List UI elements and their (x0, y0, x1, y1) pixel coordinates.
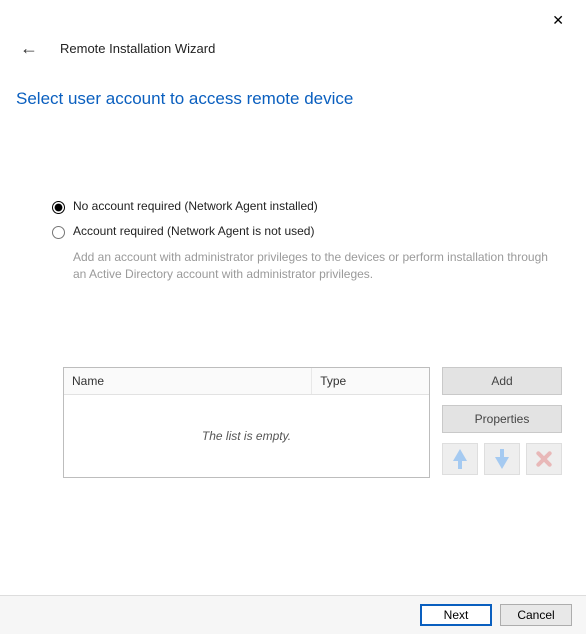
close-button[interactable]: ✕ (544, 8, 572, 33)
content: No account required (Network Agent insta… (0, 109, 586, 283)
cancel-button[interactable]: Cancel (500, 604, 572, 626)
wizard-title: Remote Installation Wizard (60, 41, 215, 56)
page-title: Select user account to access remote dev… (0, 71, 586, 109)
radio-no-account-input[interactable] (52, 201, 65, 214)
radio-account-required[interactable]: Account required (Network Agent is not u… (52, 224, 562, 239)
column-type[interactable]: Type (312, 368, 429, 394)
reorder-buttons (442, 443, 562, 475)
add-button[interactable]: Add (442, 367, 562, 395)
arrow-down-icon (495, 449, 509, 469)
footer: Next Cancel (0, 595, 586, 634)
move-up-button[interactable] (442, 443, 478, 475)
radio-account-required-label: Account required (Network Agent is not u… (73, 224, 314, 238)
radio-no-account[interactable]: No account required (Network Agent insta… (52, 199, 562, 214)
table-header: Name Type (64, 368, 429, 395)
next-button[interactable]: Next (420, 604, 492, 626)
table-empty: The list is empty. (64, 395, 429, 477)
back-button[interactable]: ← (16, 36, 42, 61)
move-down-button[interactable] (484, 443, 520, 475)
accounts-area: Name Type The list is empty. Add Propert… (0, 367, 586, 478)
properties-button[interactable]: Properties (442, 405, 562, 433)
remove-button[interactable] (526, 443, 562, 475)
header: ← Remote Installation Wizard (0, 0, 586, 71)
radio-no-account-label: No account required (Network Agent insta… (73, 199, 318, 213)
account-required-helper: Add an account with administrator privil… (73, 249, 562, 283)
column-name[interactable]: Name (64, 368, 312, 394)
accounts-table: Name Type The list is empty. (63, 367, 430, 478)
arrow-up-icon (453, 449, 467, 469)
delete-icon (535, 450, 553, 468)
side-buttons: Add Properties (442, 367, 562, 478)
radio-account-required-input[interactable] (52, 226, 65, 239)
